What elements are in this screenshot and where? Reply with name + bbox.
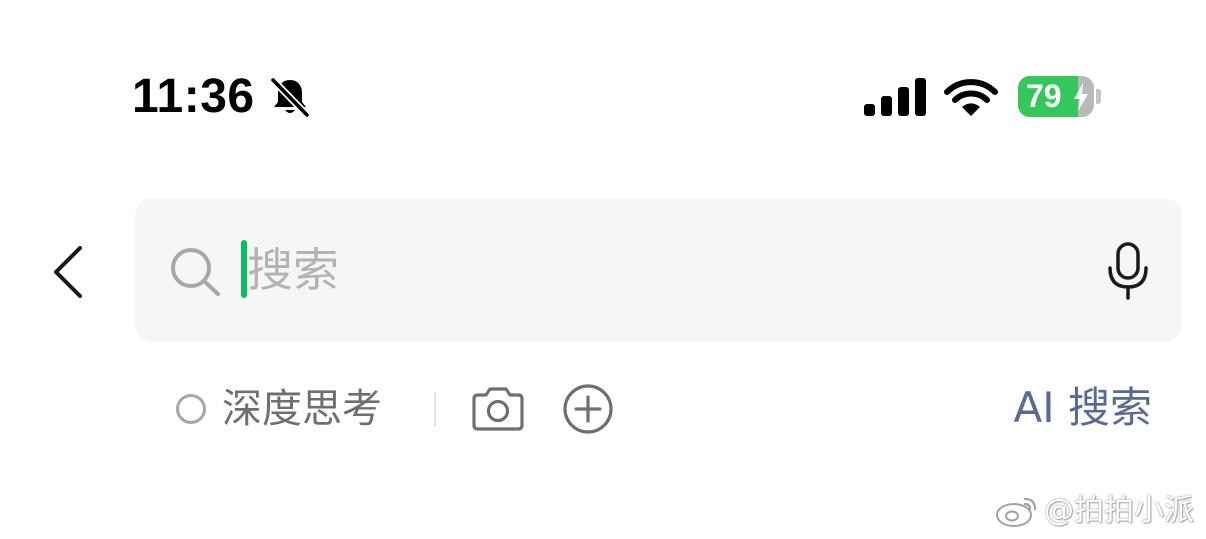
plus-circle-icon[interactable] (562, 383, 614, 435)
camera-icon[interactable] (470, 386, 526, 432)
deep-think-label: 深度思考 (222, 386, 382, 432)
status-time: 11:36 (132, 70, 255, 123)
battery-percent: 79 (1026, 78, 1062, 114)
search-input[interactable] (247, 236, 1087, 304)
battery-cap (1096, 89, 1101, 104)
ai-search-button[interactable]: AI 搜索 (1014, 381, 1152, 435)
search-icon (171, 248, 220, 296)
back-chevron-icon[interactable] (48, 244, 88, 300)
toolbar-divider (434, 392, 436, 426)
watermark: @拍拍小派 (994, 490, 1194, 532)
watermark-text: @拍拍小派 (1044, 493, 1194, 528)
search-bar[interactable] (135, 198, 1182, 342)
microphone-icon[interactable] (1105, 242, 1151, 300)
wifi-icon (944, 79, 998, 116)
battery-indicator: 79 (1018, 76, 1094, 117)
deep-think-toggle[interactable]: 深度思考 (176, 384, 382, 434)
weibo-logo-icon (996, 497, 1037, 527)
charging-bolt-icon (1074, 83, 1088, 111)
deep-think-radio-icon[interactable] (176, 394, 206, 424)
bell-slash-icon (269, 76, 311, 118)
cellular-signal-icon (864, 78, 926, 116)
